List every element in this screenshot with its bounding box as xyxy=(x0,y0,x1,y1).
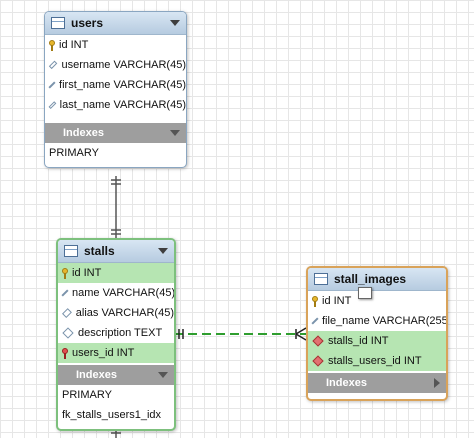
key-icon xyxy=(62,267,68,279)
diamond-icon xyxy=(62,308,72,318)
stalls-column-alias[interactable]: alias VARCHAR(45) xyxy=(58,303,174,323)
users-column-first-name[interactable]: first_name VARCHAR(45) xyxy=(45,75,186,95)
diamond-icon xyxy=(311,317,319,325)
stalls-indexes-header[interactable]: Indexes xyxy=(58,365,174,385)
index-label: PRIMARY xyxy=(49,147,99,159)
resize-handle-icon[interactable] xyxy=(358,287,372,299)
diamond-icon xyxy=(48,60,58,70)
collapse-arrow-icon[interactable] xyxy=(170,130,180,136)
diamond-icon xyxy=(61,289,69,297)
users-index-primary[interactable]: PRIMARY xyxy=(45,143,186,163)
stalls-index-fk[interactable]: fk_stalls_users1_idx xyxy=(58,405,174,425)
column-label: name VARCHAR(45) xyxy=(72,287,176,299)
stalls-column-name[interactable]: name VARCHAR(45) xyxy=(58,283,174,303)
stall-images-table[interactable]: stall_images id INT file_name VARCHAR(25… xyxy=(306,266,448,401)
key-icon xyxy=(312,295,318,307)
stalls-table-title: stalls xyxy=(84,244,115,258)
column-label: alias VARCHAR(45) xyxy=(75,307,174,319)
users-table-header[interactable]: users xyxy=(45,12,186,35)
stall-images-indexes-header[interactable]: Indexes xyxy=(308,373,446,393)
stall-images-column-file-name[interactable]: file_name VARCHAR(255) xyxy=(308,311,446,331)
stalls-table[interactable]: stalls id INT name VARCHAR(45) alias VAR… xyxy=(56,238,176,431)
collapse-arrow-icon[interactable] xyxy=(158,248,168,254)
red-diamond-icon xyxy=(312,355,324,367)
indexes-label: Indexes xyxy=(63,127,104,139)
red-diamond-icon xyxy=(312,335,324,347)
key-icon xyxy=(49,39,55,51)
column-label: username VARCHAR(45) xyxy=(61,59,186,71)
users-table-title: users xyxy=(71,16,104,30)
stall-images-table-title: stall_images xyxy=(334,272,407,286)
diamond-icon xyxy=(62,327,74,339)
users-column-username[interactable]: username VARCHAR(45) xyxy=(45,55,186,75)
stall-images-column-stalls-id[interactable]: stalls_id INT xyxy=(308,331,446,351)
stalls-table-header[interactable]: stalls xyxy=(58,240,174,263)
table-icon xyxy=(314,273,328,285)
users-table[interactable]: users id INT username VARCHAR(45) first_… xyxy=(44,11,187,168)
stalls-column-users-id[interactable]: users_id INT xyxy=(58,343,174,363)
column-label: id INT xyxy=(72,267,102,279)
collapse-arrow-icon[interactable] xyxy=(158,372,168,378)
stall-images-column-id[interactable]: id INT xyxy=(308,291,446,311)
column-label: description TEXT xyxy=(78,327,163,339)
crowfoot-lower xyxy=(295,333,307,341)
column-label: stalls_id INT xyxy=(328,335,389,347)
stall-images-table-header[interactable]: stall_images xyxy=(308,268,446,291)
index-label: PRIMARY xyxy=(62,389,112,401)
expand-arrow-icon[interactable] xyxy=(434,378,440,388)
column-label: first_name VARCHAR(45) xyxy=(59,79,186,91)
column-label: file_name VARCHAR(255) xyxy=(322,315,448,327)
stall-images-column-stalls-users-id[interactable]: stalls_users_id INT xyxy=(308,351,446,371)
collapse-arrow-icon[interactable] xyxy=(170,20,180,26)
table-icon xyxy=(64,245,78,257)
diamond-icon xyxy=(48,81,56,89)
column-label: users_id INT xyxy=(72,347,135,359)
crowfoot-upper xyxy=(295,327,307,335)
users-column-last-name[interactable]: last_name VARCHAR(45) xyxy=(45,95,186,115)
indexes-label: Indexes xyxy=(76,369,117,381)
column-label: id INT xyxy=(59,39,89,51)
stalls-column-id[interactable]: id INT xyxy=(58,263,174,283)
users-indexes-header[interactable]: Indexes xyxy=(45,123,186,143)
foreign-key-icon xyxy=(62,347,68,359)
users-column-id[interactable]: id INT xyxy=(45,35,186,55)
column-label: stalls_users_id INT xyxy=(328,355,422,367)
column-label: last_name VARCHAR(45) xyxy=(59,99,186,111)
stalls-index-primary[interactable]: PRIMARY xyxy=(58,385,174,405)
index-label: fk_stalls_users1_idx xyxy=(62,409,162,421)
indexes-label: Indexes xyxy=(326,377,367,389)
diamond-icon xyxy=(48,101,57,109)
column-label: id INT xyxy=(322,295,352,307)
table-icon xyxy=(51,17,65,29)
stalls-column-description[interactable]: description TEXT xyxy=(58,323,174,343)
